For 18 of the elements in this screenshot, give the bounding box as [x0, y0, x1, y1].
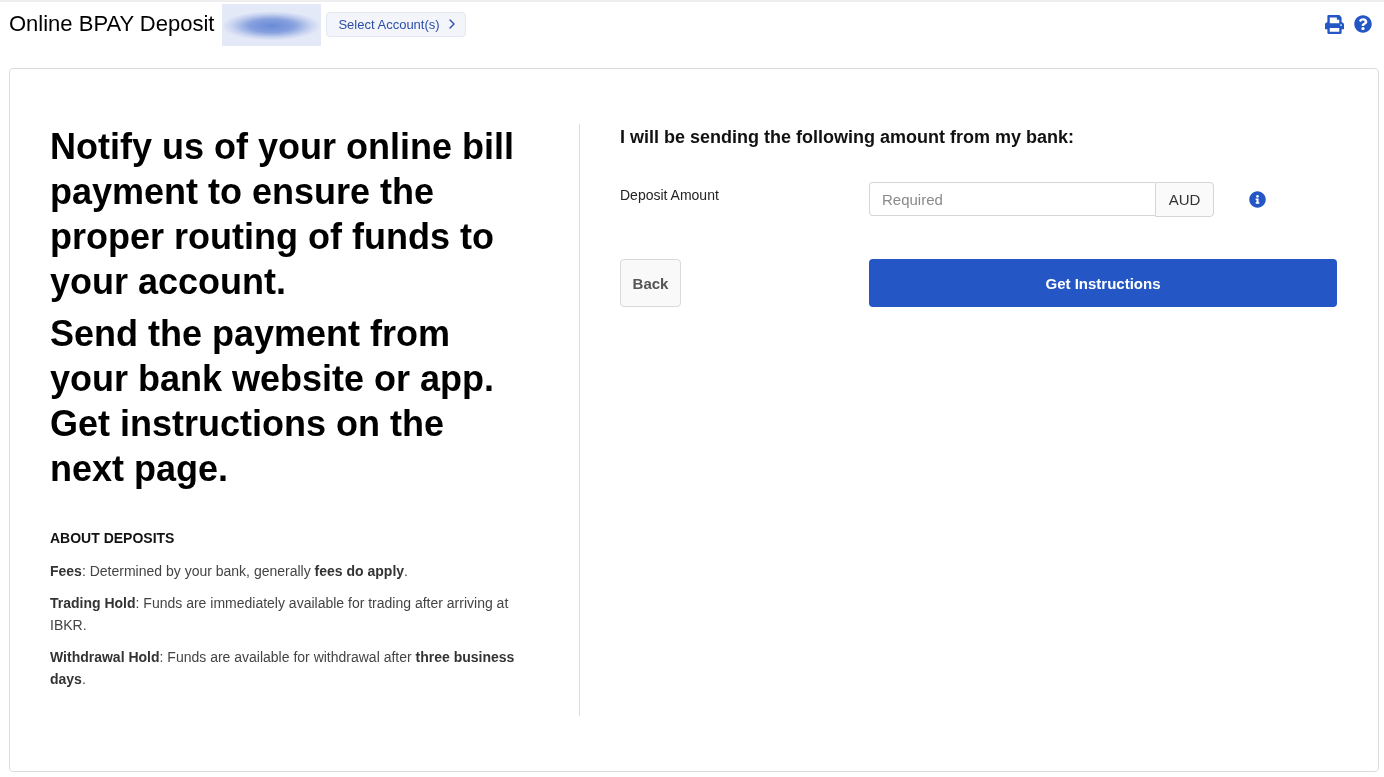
- deposit-note: Trading Hold: Funds are immediately available for trading after arriving at IBKR.: [50, 594, 510, 635]
- about-heading: ABOUT DEPOSITS: [50, 529, 176, 548]
- deposit-note: Fees: Determined by your bank, generally fees do apply.: [50, 562, 409, 581]
- info-icon[interactable]: [1249, 191, 1266, 208]
- field-label: Deposit Amount: [620, 186, 720, 203]
- deposit-note: Withdrawal Hold: Funds are available for withdrawal after three business days.: [50, 648, 516, 689]
- amount-input-field[interactable]: Required: [869, 182, 1155, 216]
- page-title: Online BPAY Deposit: [9, 11, 215, 37]
- headline-text: Send the payment from your bank website or app. Get instructions on the next page.: [50, 312, 496, 491]
- print-icon[interactable]: [1325, 14, 1344, 34]
- back-button[interactable]: Back: [620, 259, 681, 307]
- chevron-right-icon: [448, 19, 455, 29]
- currency-addon: AUD: [1155, 182, 1214, 217]
- select-account-button[interactable]: Select Account(s): [326, 11, 466, 37]
- get-instructions-button[interactable]: Get Instructions: [869, 259, 1337, 307]
- form-heading: I will be sending the following amount from my bank:: [620, 126, 1076, 149]
- help-icon[interactable]: [1354, 15, 1372, 33]
- headline-text: Notify us of your online bill payment to ensure the proper routing of funds to your account.: [50, 125, 515, 304]
